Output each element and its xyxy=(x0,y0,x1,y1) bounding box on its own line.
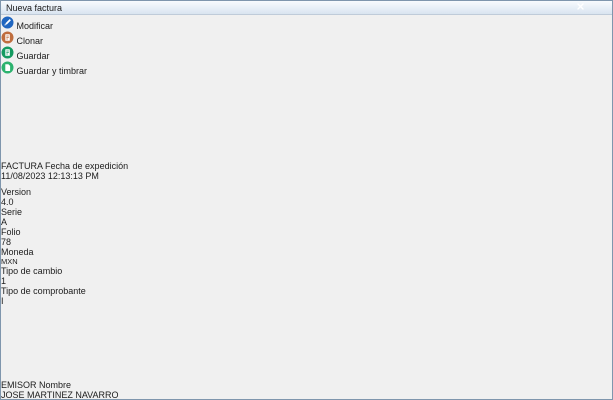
tipo-cambio-field[interactable]: 1 xyxy=(1,276,26,286)
moneda-field[interactable]: MXN xyxy=(1,257,20,266)
close-button[interactable] xyxy=(577,2,607,13)
save-label: Guardar xyxy=(16,51,50,61)
tipo-cambio-label: Tipo de cambio xyxy=(1,266,63,276)
save-and-stamp-label: Guardar y timbrar xyxy=(16,66,88,76)
close-icon xyxy=(577,3,584,10)
pencil-icon xyxy=(1,16,14,29)
clone-label: Clonar xyxy=(16,36,44,46)
emisor-nombre-combo[interactable]: JOSE MARTINEZ NAVARRO xyxy=(1,390,142,400)
emisor-group-title: EMISOR xyxy=(1,380,37,390)
titlebar: Nueva factura xyxy=(1,1,612,15)
modify-label: Modificar xyxy=(16,21,54,31)
serie-field[interactable]: A xyxy=(1,217,18,227)
clone-document-icon xyxy=(1,31,14,44)
tipo-comprobante-field: I xyxy=(1,296,4,306)
factura-group xyxy=(1,76,184,161)
moneda-label: Moneda xyxy=(1,247,34,257)
fecha-expedicion-label: Fecha de expedición xyxy=(45,161,129,171)
fecha-expedicion-field[interactable]: 11/08/2023 12:13:13 PM xyxy=(1,171,105,187)
emisor-group xyxy=(1,306,204,380)
new-invoice-window: Nueva factura Cancelar Modificar Clonar … xyxy=(0,0,613,400)
fecha-expedicion-value: 11/08/2023 12:13:13 PM xyxy=(1,171,99,181)
emisor-nombre-value: JOSE MARTINEZ NAVARRO xyxy=(1,390,119,400)
modify-button[interactable]: Modificar xyxy=(1,16,612,31)
save-icon xyxy=(1,46,14,59)
save-and-stamp-button[interactable]: Guardar y timbrar xyxy=(1,61,612,76)
save-button[interactable]: Guardar xyxy=(1,46,612,61)
factura-group-title: FACTURA xyxy=(1,161,43,171)
version-label: Version xyxy=(1,187,32,197)
clone-button[interactable]: Clonar xyxy=(1,31,612,46)
stamp-document-icon xyxy=(1,61,14,74)
tipo-comprobante-label: Tipo de comprobante xyxy=(1,286,86,296)
version-field: 4.0 xyxy=(1,197,14,207)
emisor-nombre-label: Nombre xyxy=(39,380,72,390)
serie-label: Serie xyxy=(1,207,23,217)
window-title: Nueva factura xyxy=(6,2,63,13)
folio-label: Folio xyxy=(1,227,21,237)
folio-field[interactable]: 78 xyxy=(1,237,26,247)
